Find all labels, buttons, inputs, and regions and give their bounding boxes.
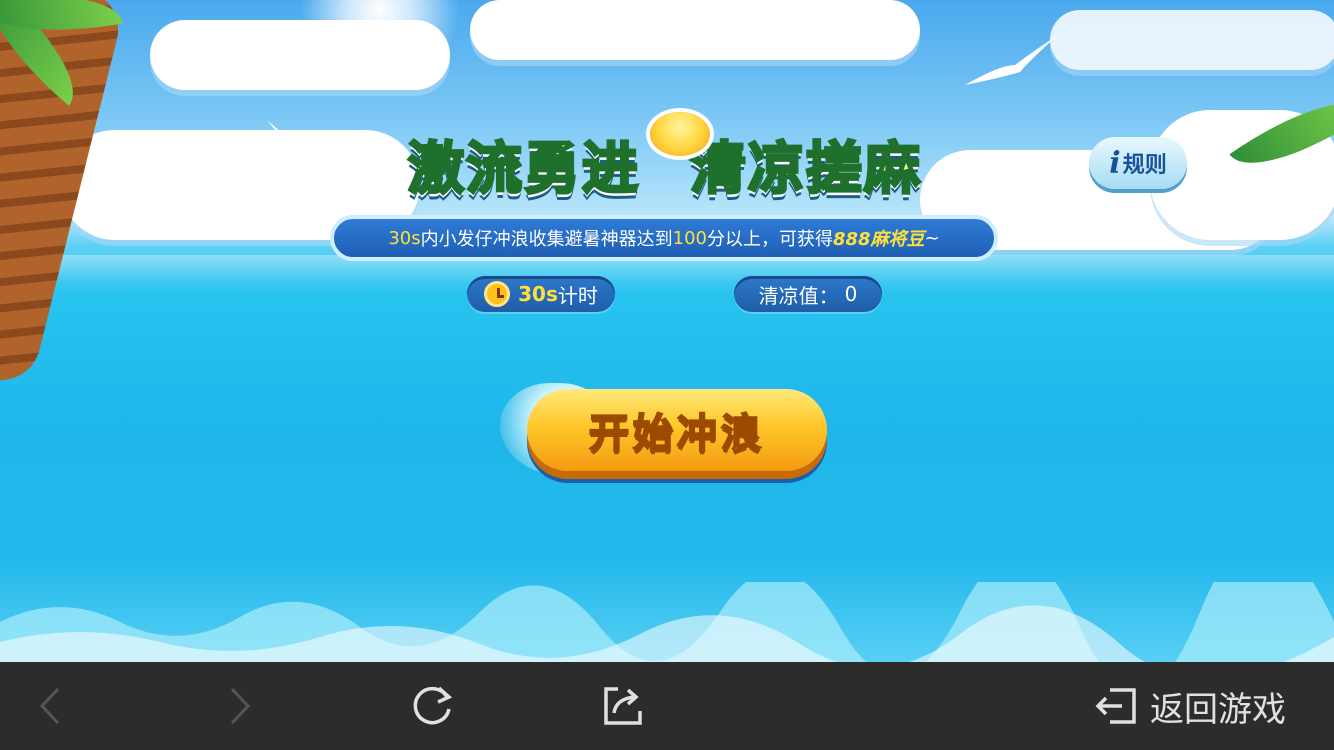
timer-label: 计时 [557,283,598,308]
subtitle-text-1: 内小发仔冲浪收集避暑神器达到 [420,229,673,250]
game-scene: 激流勇进 清凉搓麻 30s 内小发仔冲浪收集避暑神器达到 100 分以上，可获得 888麻… [0,0,1334,662]
share-button[interactable] [596,662,650,750]
title-part-2: 清凉搓麻 [689,136,922,204]
subtitle-suffix: ~ [924,227,940,249]
title-banner: 激流勇进 清凉搓麻 30s 内小发仔冲浪收集避暑神器达到 100 分以上，可获得 888麻… [330,110,1000,270]
back-button[interactable] [30,662,70,750]
cloud [150,20,450,90]
mascot-icon [650,112,710,156]
exit-icon [1095,688,1136,724]
info-i-icon: i [1109,145,1121,181]
subtitle-time: 30s [388,227,421,249]
timer-pill: 30s 计时 [467,276,615,312]
forward-button[interactable] [220,662,260,750]
rules-button[interactable]: i 规则 [1089,137,1187,189]
timer-value: 30s [518,282,558,306]
title-part-1: 激流勇进 [407,136,640,204]
subtitle-ribbon: 30s 内小发仔冲浪收集避暑神器达到 100 分以上，可获得 888麻将豆 ~ [330,215,998,261]
bottom-toolbar: 返回游戏 [0,662,1334,750]
start-surfing-button[interactable]: 开始冲浪 [527,389,827,471]
share-icon [604,687,642,725]
seagull-icon [267,120,323,152]
alarm-clock-icon [484,281,511,307]
refresh-button[interactable] [405,662,459,750]
subtitle-score: 100 [672,227,707,249]
seagull-icon [499,40,529,56]
refresh-icon [413,686,453,725]
subtitle-reward: 888麻将豆 [832,229,925,250]
rules-label: 规则 [1122,153,1167,178]
return-game-button[interactable]: 返回游戏 [1094,662,1286,750]
chevron-left-icon [39,687,60,725]
cloud [1050,10,1334,70]
wave-foam [0,582,1334,662]
score-label: 清凉值： [758,283,839,308]
chevron-right-icon [230,687,251,725]
return-game-label: 返回游戏 [1150,689,1286,730]
seagull-icon [965,35,1058,85]
cloud [470,0,920,60]
score-pill: 清凉值： 0 [734,276,882,312]
score-value: 0 [844,282,858,306]
subtitle-text-2: 分以上，可获得 [706,229,833,250]
